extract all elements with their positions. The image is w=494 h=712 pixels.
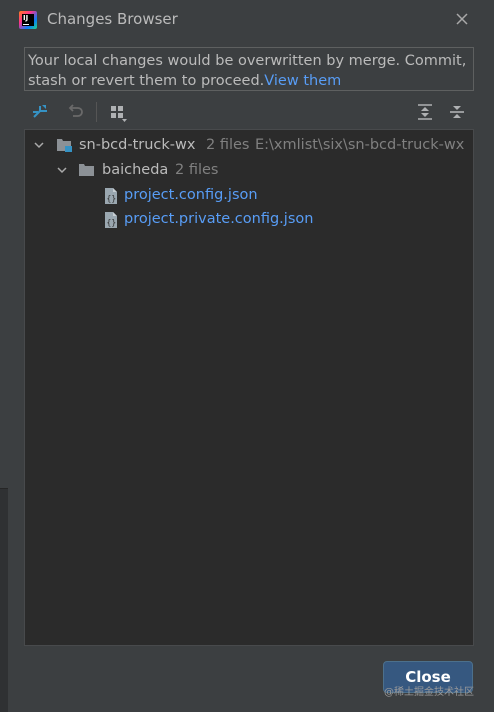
toolbar [24, 99, 474, 125]
folder-icon [79, 164, 94, 176]
watermark: @稀土掘金技术社区 [384, 687, 474, 698]
expand-all-icon[interactable] [414, 101, 436, 123]
folder-name: baicheda [102, 162, 169, 178]
window-title: Changes Browser [47, 10, 178, 28]
tree-root-row[interactable]: sn-bcd-truck-wx 2 files E:\xmlist\six\sn… [25, 133, 473, 157]
chevron-down-icon[interactable] [57, 165, 67, 175]
root-name: sn-bcd-truck-wx [79, 137, 196, 153]
json-file-icon: {} [105, 188, 117, 204]
tree-file-row[interactable]: {} project.private.config.json [25, 207, 473, 231]
background-window-edge [0, 488, 8, 712]
json-file-icon: {} [105, 212, 117, 228]
toolbar-separator [96, 102, 97, 122]
message-text: Your local changes would be overwritten … [28, 53, 467, 89]
tree-file-row[interactable]: {} project.config.json [25, 183, 473, 207]
message-box: Your local changes would be overwritten … [24, 47, 474, 91]
root-file-count: 2 files [206, 137, 250, 153]
intellij-app-icon: IJ [19, 11, 37, 29]
folder-file-count: 2 files [175, 162, 219, 178]
module-folder-icon [57, 139, 72, 152]
revert-icon[interactable] [64, 101, 86, 123]
title-bar: IJ Changes Browser [0, 0, 494, 40]
file-name: project.private.config.json [124, 211, 314, 227]
view-them-link[interactable]: View them [264, 73, 341, 89]
root-path: E:\xmlist\six\sn-bcd-truck-wx [255, 137, 465, 153]
merge-icon[interactable] [30, 101, 52, 123]
collapse-all-icon[interactable] [446, 101, 468, 123]
changes-tree[interactable]: sn-bcd-truck-wx 2 files E:\xmlist\six\sn… [24, 129, 474, 646]
chevron-down-icon[interactable] [34, 140, 44, 150]
file-name: project.config.json [124, 187, 258, 203]
tree-folder-row[interactable]: baicheda 2 files [25, 158, 473, 182]
svg-text:{}: {} [107, 194, 117, 203]
svg-text:{}: {} [107, 218, 117, 227]
group-by-icon[interactable] [107, 101, 129, 123]
close-icon[interactable] [453, 10, 471, 28]
